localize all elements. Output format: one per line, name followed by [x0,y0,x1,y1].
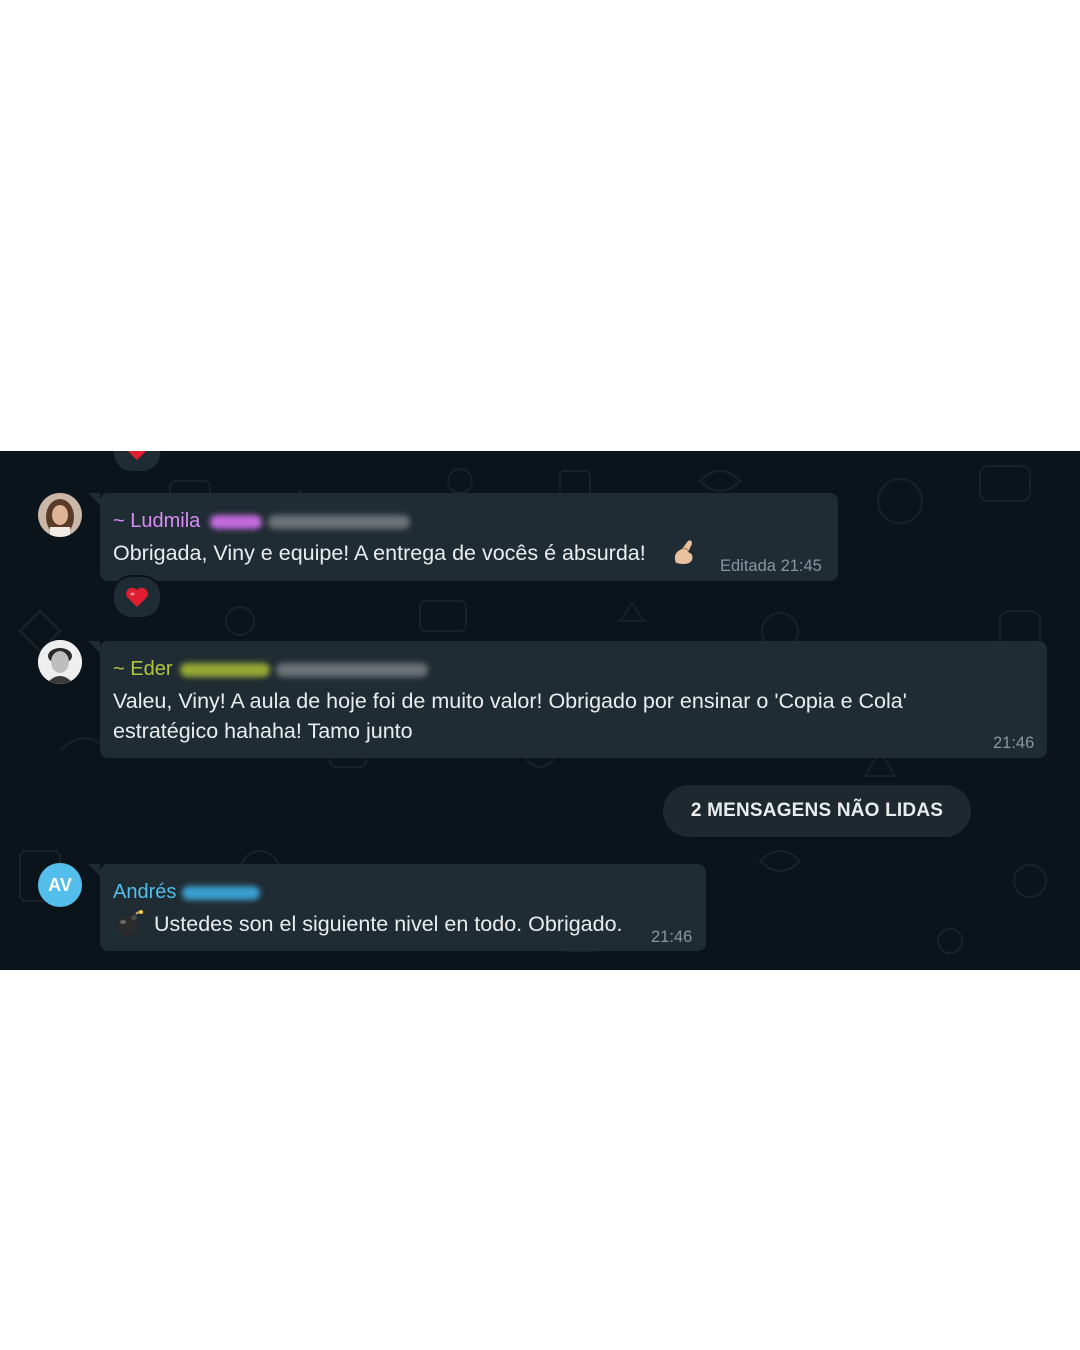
unread-messages-banner: 2 MENSAGENS NÃO LIDAS [663,785,971,837]
redacted-phone [268,515,410,529]
bubble-tail [88,641,100,653]
redacted-surname [180,663,270,677]
chat-panel: ~ Ludmila Obrigada, Viny e equipe! A ent… [0,451,1080,970]
message-bubble-ludmila[interactable]: ~ Ludmila Obrigada, Viny e equipe! A ent… [100,493,838,581]
sender-name[interactable]: ~ Eder [113,658,172,681]
message-text: Valeu, Viny! A aula de hoje foi de muito… [113,689,907,743]
message-time: 21:46 [651,928,693,946]
bubble-tail [88,864,100,876]
sender-name[interactable]: Andrés [113,881,176,904]
bomb-icon [114,908,144,943]
bubble-tail [88,493,100,505]
message-reaction[interactable] [112,575,162,619]
avatar-ludmila[interactable] [38,493,82,537]
message-text: Ustedes son el siguiente nivel en todo. … [154,912,623,936]
message-text: Obrigada, Viny e equipe! A entrega de vo… [113,541,646,565]
message-time: 21:45 [780,557,822,575]
heart-icon [126,587,148,607]
profile-photo [38,493,82,537]
message-meta: Editada 21:45 [720,557,822,576]
redacted-surname [210,515,262,529]
message-bubble-andres[interactable]: Andrés Ustedes son el siguiente nivel en… [100,864,706,951]
avatar-andres[interactable]: AV [38,863,82,907]
heart-icon [128,451,146,461]
pinching-hand-icon [668,537,700,574]
profile-photo [38,640,82,684]
message-bubble-eder[interactable]: ~ Eder Valeu, Viny! A aula de hoje foi d… [100,641,1047,758]
message-time: 21:46 [993,734,1035,752]
redacted-phone [276,663,428,677]
avatar-initials: AV [48,874,72,895]
edited-label: Editada [720,557,776,575]
sender-name[interactable]: ~ Ludmila [113,510,200,533]
redacted-surname [182,886,260,900]
avatar-eder[interactable] [38,640,82,684]
